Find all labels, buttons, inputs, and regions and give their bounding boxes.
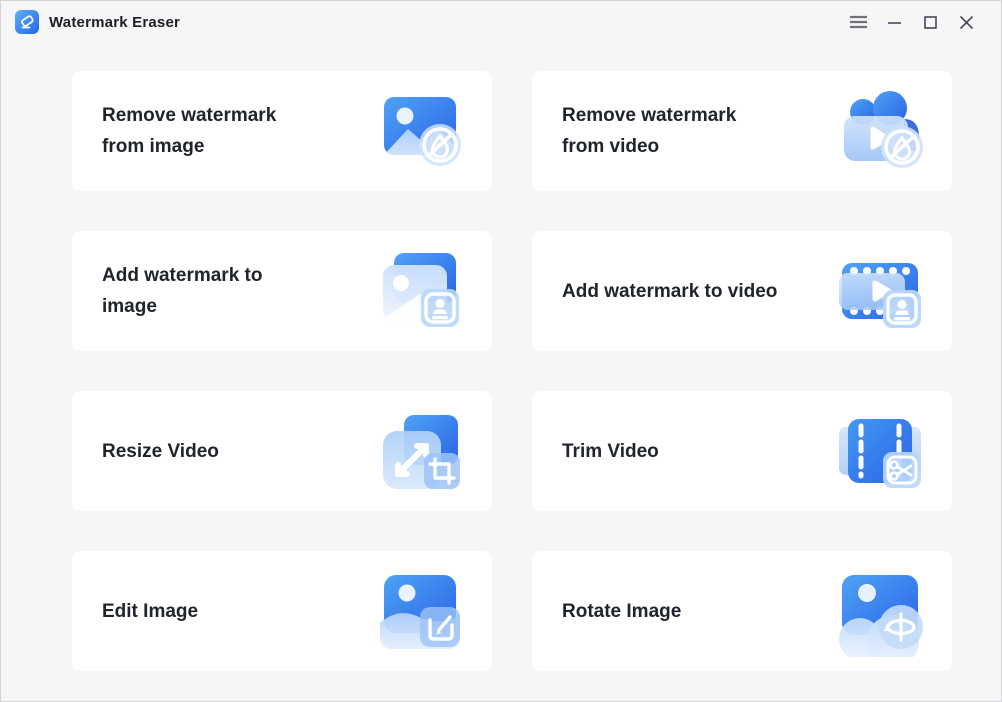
feature-grid: Remove watermark from image bbox=[1, 43, 1001, 671]
maximize-button[interactable] bbox=[917, 9, 943, 35]
card-label: Remove watermark from video bbox=[562, 100, 834, 162]
watermark-eraser-window: { "window": { "title": "Watermark Eraser… bbox=[0, 0, 1002, 702]
card-edit-image[interactable]: Edit Image bbox=[72, 551, 492, 671]
card-label: Add watermark to video bbox=[562, 276, 834, 307]
close-icon bbox=[960, 16, 973, 29]
card-label: Add watermark to image bbox=[102, 260, 374, 322]
remove-watermark-from-video-icon bbox=[834, 85, 926, 177]
card-rotate-image[interactable]: Rotate Image bbox=[532, 551, 952, 671]
minimize-button[interactable] bbox=[881, 9, 907, 35]
minimize-icon bbox=[888, 16, 901, 29]
resize-video-icon bbox=[374, 405, 466, 497]
rotate-image-icon bbox=[834, 565, 926, 657]
add-watermark-to-image-icon bbox=[374, 245, 466, 337]
card-label: Edit Image bbox=[102, 596, 374, 627]
remove-watermark-from-image-icon bbox=[374, 85, 466, 177]
card-trim-video[interactable]: Trim Video bbox=[532, 391, 952, 511]
window-title: Watermark Eraser bbox=[49, 14, 180, 31]
card-remove-watermark-from-video[interactable]: Remove watermark from video bbox=[532, 71, 952, 191]
trim-video-icon bbox=[834, 405, 926, 497]
close-button[interactable] bbox=[953, 9, 979, 35]
card-add-watermark-to-video[interactable]: Add watermark to video bbox=[532, 231, 952, 351]
menu-button[interactable] bbox=[845, 9, 871, 35]
card-remove-watermark-from-image[interactable]: Remove watermark from image bbox=[72, 71, 492, 191]
card-add-watermark-to-image[interactable]: Add watermark to image bbox=[72, 231, 492, 351]
card-label: Remove watermark from image bbox=[102, 100, 374, 162]
card-label: Trim Video bbox=[562, 436, 834, 467]
edit-image-icon bbox=[374, 565, 466, 657]
maximize-icon bbox=[924, 16, 937, 29]
card-label: Resize Video bbox=[102, 436, 374, 467]
menu-icon bbox=[850, 15, 867, 29]
card-resize-video[interactable]: Resize Video bbox=[72, 391, 492, 511]
window-controls bbox=[845, 9, 987, 35]
eraser-icon bbox=[15, 10, 39, 34]
add-watermark-to-video-icon bbox=[834, 245, 926, 337]
card-label: Rotate Image bbox=[562, 596, 834, 627]
titlebar: Watermark Eraser bbox=[1, 1, 1001, 43]
